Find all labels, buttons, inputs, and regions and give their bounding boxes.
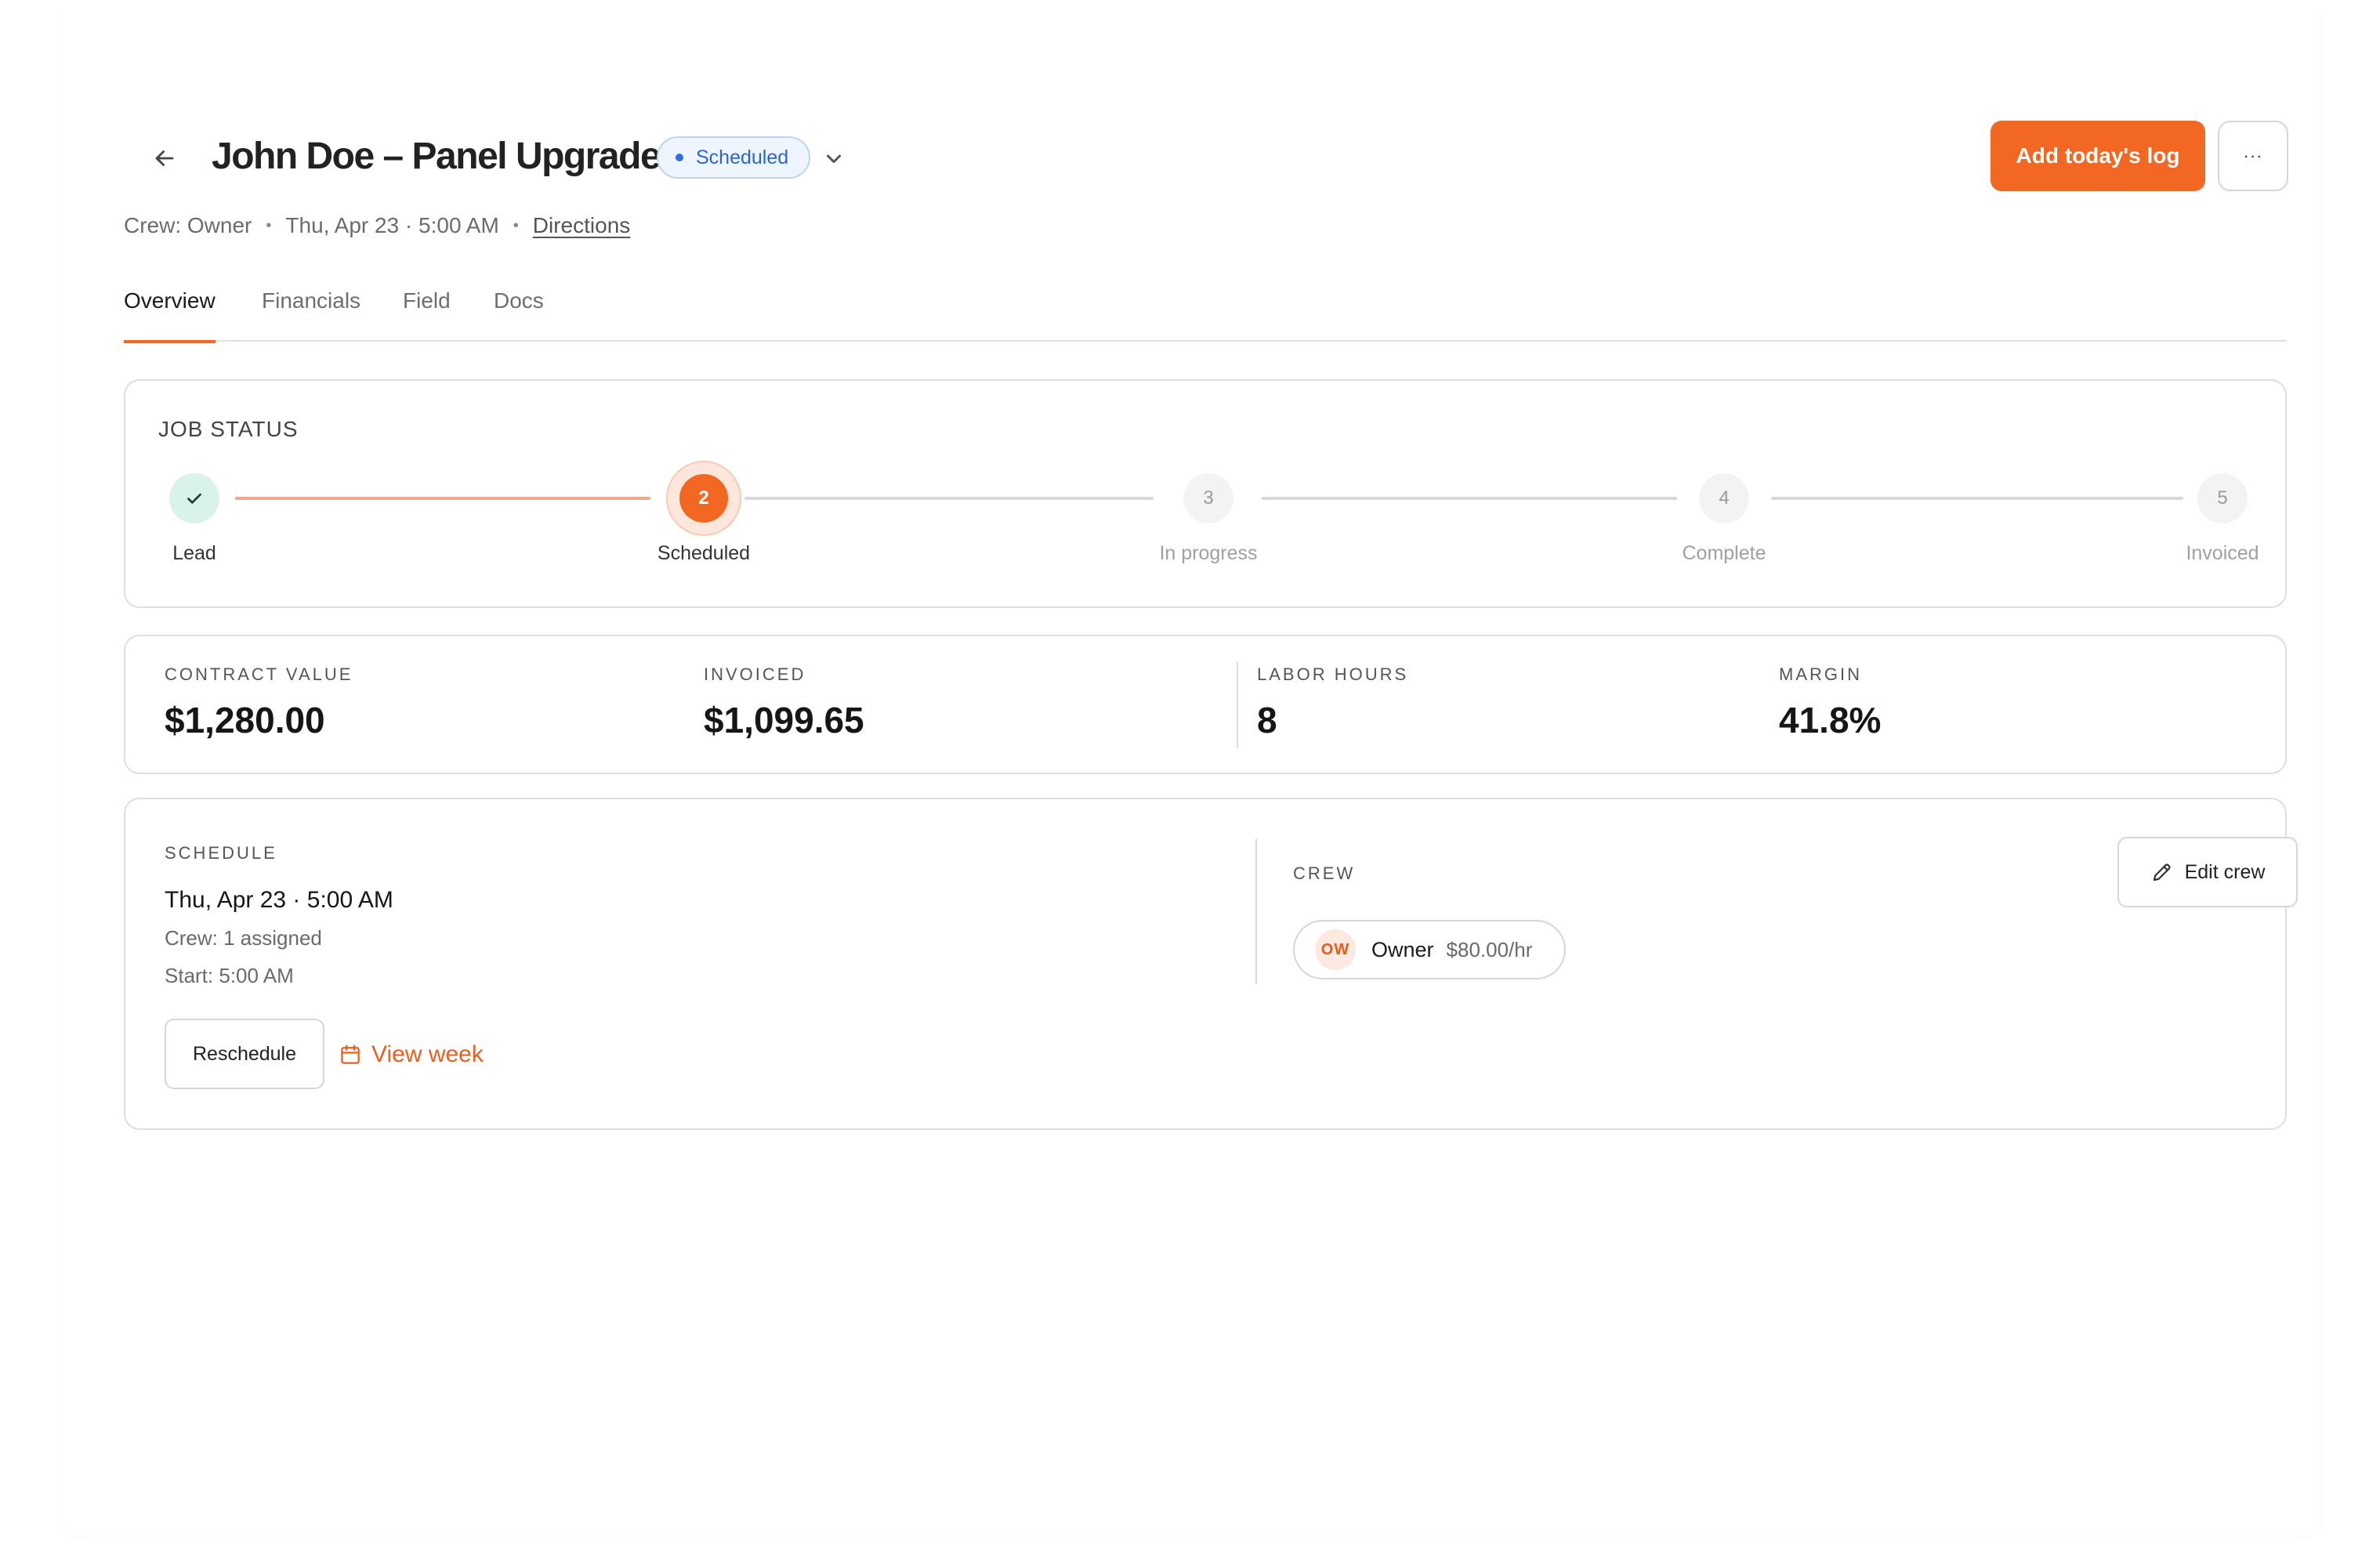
page-title: John Doe – Panel Upgrade [212, 136, 661, 177]
metric-value: 8 [1257, 700, 1277, 740]
status-dot [676, 154, 683, 161]
metric-margin: MARGIN 41.8% [1779, 664, 1881, 741]
status-step-complete[interactable]: 4 Complete [1646, 473, 1802, 565]
arrow-left-icon [155, 150, 174, 166]
metrics-card: CONTRACT VALUE $1,280.00 INVOICED $1,099… [124, 635, 2287, 774]
status-connector [1262, 497, 1677, 500]
schedule-crew: Crew: 1 assigned [165, 926, 322, 950]
meta-datetime: Thu, Apr 23 · 5:00 AM [285, 213, 499, 237]
status-step-scheduled[interactable]: 2 Scheduled [625, 462, 782, 565]
tab-financials[interactable]: Financials [262, 288, 360, 342]
metric-labor-hours: LABOR HOURS 8 [1257, 664, 1408, 741]
job-status-label: JOB STATUS [158, 417, 299, 441]
avatar: OW [1315, 929, 1356, 970]
tab-field[interactable]: Field [403, 288, 451, 342]
back-button[interactable] [139, 133, 190, 183]
reschedule-button[interactable]: Reschedule [165, 1019, 324, 1089]
job-status-card: JOB STATUS Lead 2 Scheduled 3 In progres… [124, 379, 2287, 608]
more-options-button[interactable]: ··· [2218, 121, 2288, 191]
job-meta: Crew: Owner • Thu, Apr 23 · 5:00 AM • Di… [124, 210, 630, 241]
meta-crew: Crew: Owner [124, 213, 252, 237]
edit-crew-label: Edit crew [2184, 860, 2266, 883]
metric-value: $1,280.00 [165, 700, 325, 740]
meta-separator: • [513, 216, 519, 234]
tab-overview[interactable]: Overview [124, 288, 216, 343]
metric-label: CONTRACT VALUE [165, 664, 353, 684]
calendar-icon [341, 1044, 360, 1064]
metric-label: INVOICED [704, 664, 806, 684]
status-step-lead[interactable]: Lead [116, 473, 273, 565]
divider [1255, 838, 1257, 984]
current-step-indicator: 2 [668, 462, 740, 534]
metric-value: 41.8% [1779, 700, 1882, 740]
crew-member-name: Owner [1371, 937, 1434, 961]
status-step-in-progress[interactable]: 3 In progress [1130, 473, 1287, 565]
check-icon [169, 473, 219, 523]
pencil-icon [2153, 863, 2171, 882]
view-week-link[interactable]: View week [339, 1039, 484, 1070]
metric-contract-value: CONTRACT VALUE $1,280.00 [165, 664, 353, 741]
job-detail: John Doe – Panel Upgrade Scheduled Add t… [124, 0, 2298, 1536]
status-step-invoiced[interactable]: 5 Invoiced [2144, 473, 2301, 565]
meta-separator: • [266, 216, 272, 234]
crew-label: CREW [1293, 863, 1356, 883]
add-todays-log-button[interactable]: Add today's log [1991, 121, 2205, 191]
view-week-label: View week [371, 1041, 484, 1067]
directions-link[interactable]: Directions [533, 213, 630, 238]
step-number: 4 [1699, 473, 1749, 523]
schedule-label: SCHEDULE [165, 843, 277, 863]
step-label: Lead [172, 542, 216, 564]
crew-member-rate: $80.00/hr [1446, 937, 1533, 961]
page-header: John Doe – Panel Upgrade Scheduled Add t… [124, 118, 2288, 196]
status-badge[interactable]: Scheduled [657, 136, 810, 179]
step-number: 3 [1183, 473, 1233, 523]
crew-member-chip[interactable]: OW Owner $80.00/hr [1293, 920, 1566, 979]
schedule-card: SCHEDULE Thu, Apr 23 · 5:00 AM Crew: 1 a… [124, 798, 2298, 1130]
schedule-date: Thu, Apr 23 · 5:00 AM [165, 887, 393, 913]
tab-bar: Overview Financials Field Docs [124, 282, 2287, 343]
step-label: Scheduled [657, 542, 751, 564]
step-label: In progress [1159, 542, 1258, 564]
page-card: John Doe – Panel Upgrade Scheduled Add t… [63, 0, 2320, 1536]
metric-label: LABOR HOURS [1257, 664, 1409, 684]
edit-crew-button[interactable]: Edit crew [2117, 837, 2298, 907]
metric-invoiced: INVOICED $1,099.65 [704, 664, 864, 741]
tab-docs[interactable]: Docs [494, 288, 544, 342]
schedule-start: Start: 5:00 AM [165, 964, 294, 987]
status-connector [235, 497, 650, 500]
step-label: Complete [1682, 542, 1766, 564]
metric-value: $1,099.65 [704, 700, 864, 740]
metric-label: MARGIN [1779, 664, 1862, 684]
step-number: 5 [2197, 473, 2248, 523]
status-connector [1771, 497, 2183, 500]
status-badge-label: Scheduled [696, 146, 789, 168]
step-number: 2 [679, 474, 728, 523]
chevron-down-icon[interactable] [820, 144, 848, 172]
divider [1237, 661, 1238, 748]
status-connector [744, 497, 1154, 500]
step-label: Invoiced [2186, 542, 2259, 564]
